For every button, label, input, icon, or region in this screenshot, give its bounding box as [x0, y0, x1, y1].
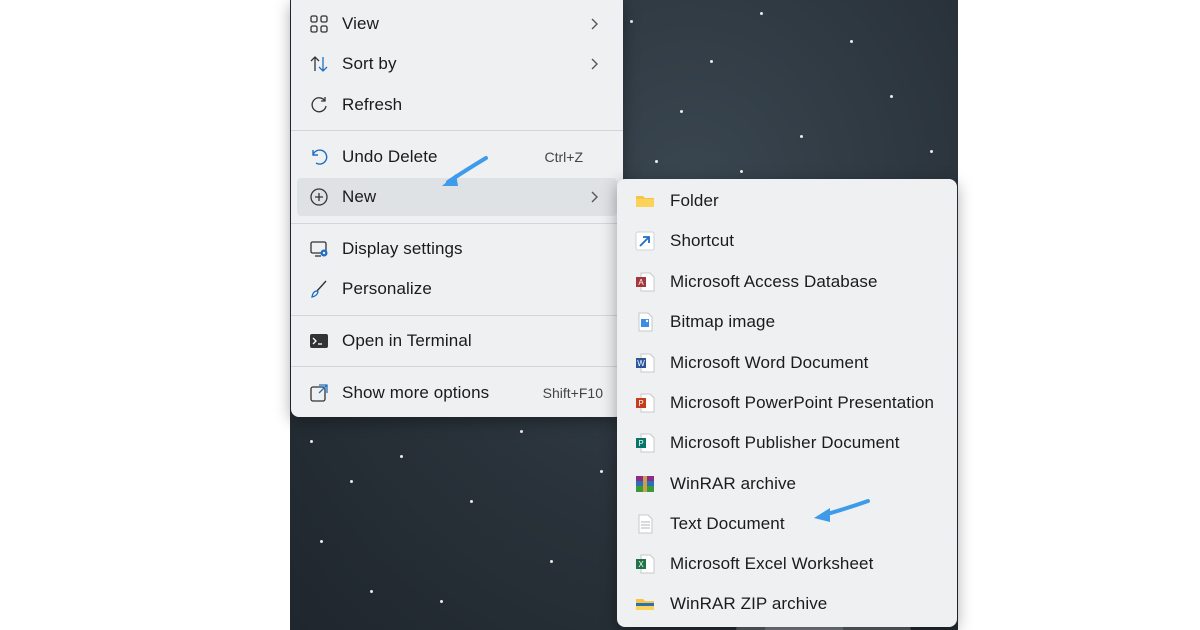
menu-item-label: Show more options [342, 383, 490, 402]
submenu-item-excel-worksheet[interactable]: X Microsoft Excel Worksheet [623, 545, 951, 583]
submenu-item-folder[interactable]: Folder [623, 182, 951, 220]
submenu-item-label: Bitmap image [670, 312, 776, 331]
menu-separator [291, 366, 623, 367]
winrar-icon [636, 476, 654, 492]
menu-item-label: Refresh [342, 95, 403, 114]
svg-text:A: A [638, 278, 644, 287]
display-settings-icon [310, 241, 328, 257]
menu-item-label: Sort by [342, 54, 397, 73]
excel-icon: X [636, 554, 655, 574]
shortcut-label: Ctrl+Z [544, 149, 584, 165]
publisher-icon: P [636, 433, 655, 453]
refresh-icon [311, 97, 327, 113]
submenu-item-publisher-document[interactable]: P Microsoft Publisher Document [623, 424, 951, 462]
menu-item-display-settings[interactable]: Display settings [297, 230, 617, 268]
svg-text:X: X [638, 560, 644, 569]
submenu-item-label: Text Document [670, 514, 785, 533]
menu-item-label: New [342, 187, 377, 206]
personalize-brush-icon [311, 280, 327, 298]
menu-item-personalize[interactable]: Personalize [297, 270, 617, 308]
text-document-icon [638, 514, 653, 534]
shortcut-icon [635, 231, 655, 251]
submenu-item-text-document[interactable]: Text Document [623, 505, 951, 543]
menu-separator [291, 130, 623, 131]
new-submenu: Folder Shortcut A Microsoft Access Datab… [617, 179, 957, 627]
svg-text:W: W [637, 359, 645, 368]
submenu-item-label: Microsoft Publisher Document [670, 433, 900, 452]
folder-icon [636, 196, 654, 207]
submenu-item-label: Folder [670, 191, 719, 210]
chevron-right-icon [591, 58, 598, 70]
submenu-item-label: Microsoft Access Database [670, 272, 878, 291]
annotation-arrow [442, 156, 488, 186]
terminal-icon [310, 334, 328, 348]
menu-item-label: Display settings [342, 239, 463, 258]
menu-item-sort-by[interactable]: Sort by [297, 45, 617, 83]
submenu-item-label: Microsoft Excel Worksheet [670, 554, 874, 573]
menu-item-refresh[interactable]: Refresh [297, 86, 617, 124]
bitmap-icon [638, 312, 653, 332]
submenu-item-label: Shortcut [670, 231, 735, 250]
submenu-item-bitmap-image[interactable]: Bitmap image [623, 303, 951, 341]
menu-item-label: Open in Terminal [342, 331, 472, 350]
menu-item-open-in-terminal[interactable]: Open in Terminal [297, 322, 617, 360]
undo-icon [312, 149, 328, 165]
view-grid-icon [310, 15, 328, 33]
chevron-right-icon [591, 18, 598, 30]
submenu-item-label: WinRAR archive [670, 474, 797, 493]
menu-item-view[interactable]: View [297, 5, 617, 43]
menu-item-show-more-options[interactable]: Show more options Shift+F10 [297, 374, 617, 412]
submenu-item-shortcut[interactable]: Shortcut [623, 222, 951, 260]
chevron-right-icon [591, 191, 598, 203]
powerpoint-icon: P [636, 393, 655, 413]
submenu-item-winrar-zip-archive[interactable]: WinRAR ZIP archive [623, 585, 951, 623]
submenu-item-label: WinRAR ZIP archive [670, 594, 828, 613]
submenu-item-label: Microsoft Word Document [670, 353, 869, 372]
submenu-item-access-database[interactable]: A Microsoft Access Database [623, 263, 951, 301]
shortcut-label: Shift+F10 [542, 385, 603, 401]
word-icon: W [636, 353, 655, 373]
annotation-arrow [814, 499, 870, 522]
menu-item-label: Undo Delete [342, 147, 438, 166]
menu-separator [291, 315, 623, 316]
submenu-item-word-document[interactable]: W Microsoft Word Document [623, 344, 951, 382]
show-more-icon [310, 384, 328, 402]
svg-text:P: P [638, 439, 643, 448]
new-plus-icon [310, 188, 328, 206]
sort-icon [310, 56, 328, 72]
menu-item-label: View [342, 14, 379, 33]
submenu-item-winrar-archive[interactable]: WinRAR archive [623, 465, 951, 503]
submenu-item-powerpoint-presentation[interactable]: P Microsoft PowerPoint Presentation [623, 384, 951, 422]
menu-separator [291, 223, 623, 224]
menu-item-label: Personalize [342, 279, 432, 298]
context-menu: View Sort by Refresh Undo Delete Ctrl+Z … [291, 0, 623, 417]
submenu-item-label: Microsoft PowerPoint Presentation [670, 393, 935, 412]
winrar-zip-icon [636, 599, 654, 610]
access-icon: A [636, 272, 655, 292]
svg-text:P: P [638, 399, 643, 408]
